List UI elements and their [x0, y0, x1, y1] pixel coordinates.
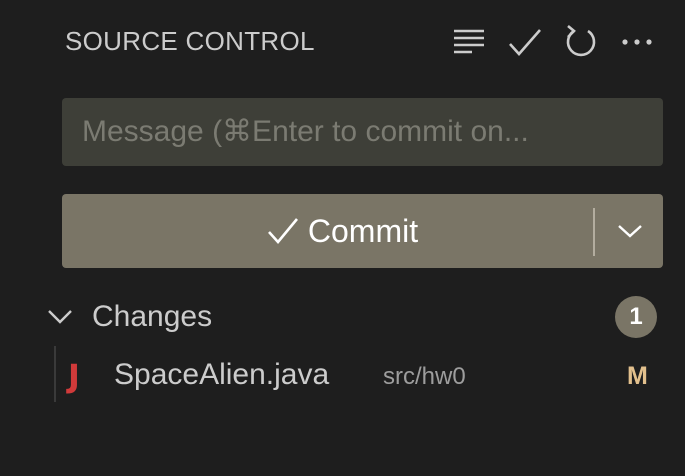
more-actions-icon[interactable] — [617, 22, 657, 62]
commit-button[interactable]: Commit — [62, 194, 663, 268]
file-status-badge: M — [627, 362, 648, 390]
changes-label: Changes — [92, 300, 213, 333]
chevron-down-icon — [48, 310, 72, 324]
changes-section-header[interactable]: Changes 1 — [0, 292, 685, 342]
source-control-panel: SOURCE CONTROL Message (⌘Enter to commit… — [0, 0, 685, 476]
commit-divider — [593, 208, 595, 256]
commit-button-label: Commit — [307, 212, 419, 249]
java-file-icon: J — [68, 357, 80, 395]
commit-dropdown-button[interactable] — [596, 194, 663, 268]
chevron-down-icon — [617, 225, 642, 238]
header-actions — [449, 22, 657, 62]
commit-message-input[interactable] — [62, 98, 663, 166]
file-name: SpaceAlien.java — [114, 358, 330, 391]
changed-file-row[interactable]: J SpaceAlien.java src/hw0 M — [0, 350, 685, 402]
checkmark-icon — [267, 218, 298, 244]
panel-title: SOURCE CONTROL — [65, 26, 315, 56]
file-path: src/hw0 — [383, 363, 466, 390]
commit-check-icon[interactable] — [505, 22, 545, 62]
refresh-icon[interactable] — [561, 22, 601, 62]
commit-message-box — [62, 98, 663, 166]
panel-header: SOURCE CONTROL — [0, 0, 685, 84]
changes-count-badge: 1 — [615, 296, 657, 338]
commit-main-action[interactable]: Commit — [62, 194, 592, 268]
view-as-list-icon[interactable] — [449, 22, 489, 62]
